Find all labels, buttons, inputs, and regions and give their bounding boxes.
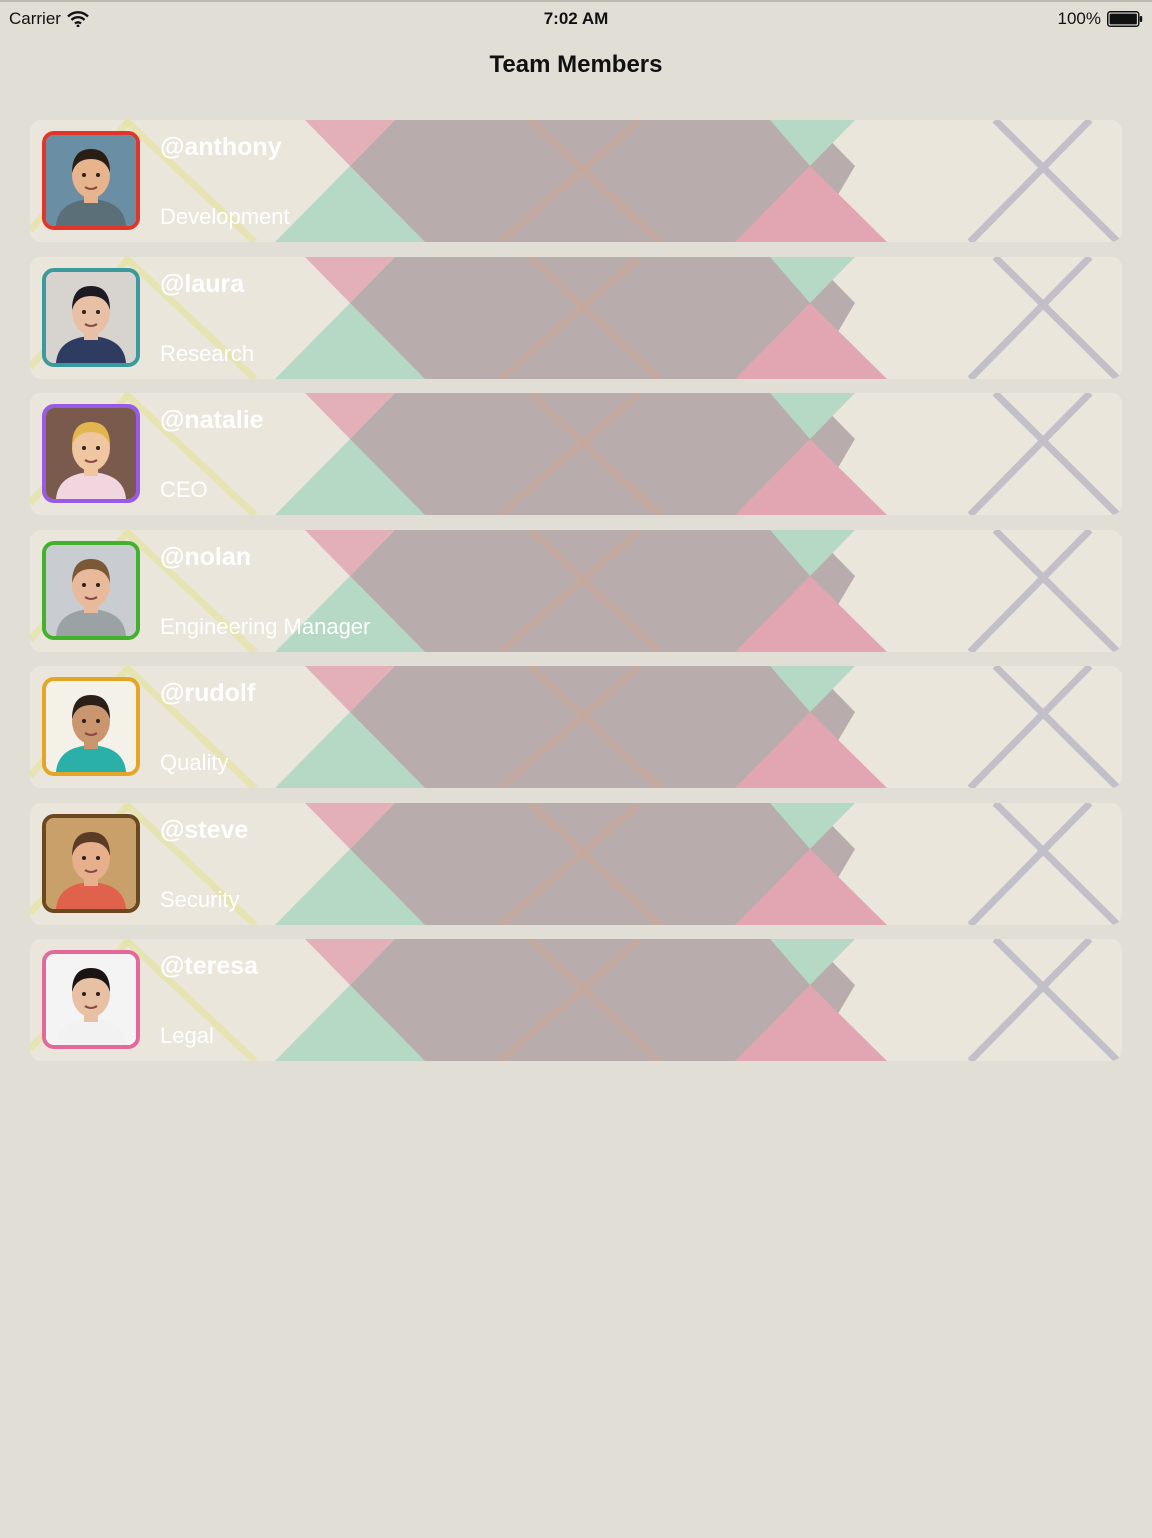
member-row[interactable]: @rudolf Quality: [30, 666, 1122, 788]
member-handle: @rudolf: [160, 679, 256, 707]
member-department: Legal: [160, 1023, 214, 1048]
member-handle: @anthony: [160, 133, 282, 161]
avatar: [42, 404, 140, 503]
member-row[interactable]: @teresa Legal: [30, 939, 1122, 1061]
status-battery: 100%: [1058, 9, 1143, 29]
member-department: Research: [160, 340, 255, 366]
page-title: Team Members: [489, 51, 663, 78]
avatar: [42, 131, 140, 230]
member-row[interactable]: @nolan Engineering Manager: [30, 529, 1122, 652]
member-department: CEO: [160, 477, 208, 502]
member-department: Quality: [160, 750, 229, 775]
member-row[interactable]: @anthony Development: [30, 120, 1122, 242]
avatar: [42, 540, 140, 640]
status-time: 7:02 AM: [543, 9, 609, 28]
battery-percent: 100%: [1057, 9, 1101, 28]
battery-icon: [1107, 11, 1143, 27]
member-row[interactable]: @steve Security: [30, 802, 1122, 925]
member-department: Security: [160, 886, 240, 912]
avatar: [42, 677, 140, 776]
member-row[interactable]: @natalie CEO: [30, 393, 1122, 515]
member-row[interactable]: @laura Research: [30, 256, 1122, 379]
member-list: @anthony Development @laura Research @na…: [30, 120, 1122, 1076]
member-handle: @teresa: [160, 952, 259, 980]
member-department: Development: [160, 204, 290, 229]
member-handle: @natalie: [160, 406, 264, 434]
member-department: Engineering Manager: [160, 613, 371, 639]
member-handle: @nolan: [160, 542, 252, 571]
status-bar: Carrier 7:02 AM 100%: [0, 0, 1152, 36]
avatar: [42, 950, 140, 1049]
avatar: [42, 813, 140, 913]
member-handle: @laura: [160, 269, 245, 298]
member-handle: @steve: [160, 815, 249, 844]
avatar: [42, 267, 140, 367]
